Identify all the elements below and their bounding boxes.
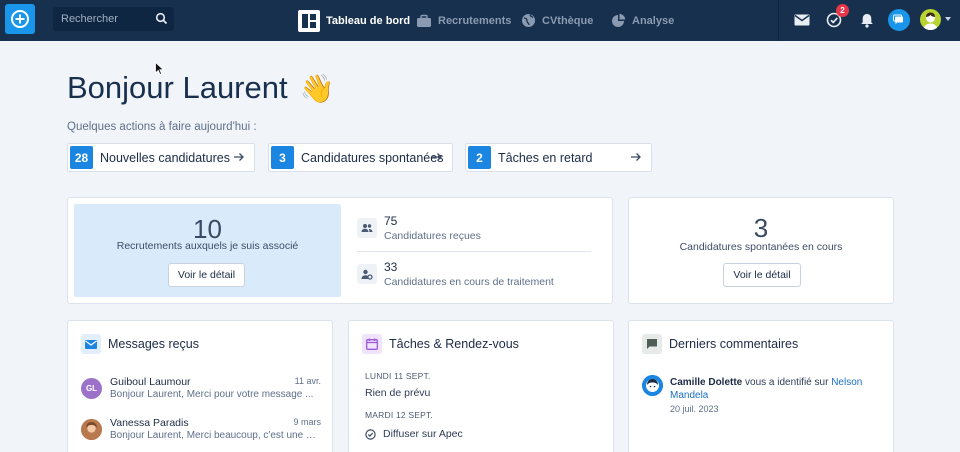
spontaneous-card: 3 Candidatures spontanées en cours Voir … — [628, 197, 894, 304]
spontaneous-count: 3 — [753, 213, 769, 243]
chat-icon — [893, 14, 903, 25]
arrow-right-icon — [234, 153, 244, 161]
message-sender: Guiboul Laumour — [110, 376, 191, 388]
notifications-button[interactable] — [856, 9, 878, 31]
search-icon[interactable] — [155, 12, 168, 25]
messages-panel: Messages reçus GL Guiboul Laumour 11 avr… — [67, 320, 333, 452]
nav-label: CVthèque — [542, 14, 594, 27]
action-count: 3 — [271, 146, 294, 169]
message-preview: Bonjour Laurent, Merci pour votre messag… — [110, 389, 314, 400]
stat-divider — [357, 251, 591, 252]
arrow-right-icon — [631, 153, 641, 161]
message-date: 11 avr. — [294, 376, 321, 386]
view-detail-button[interactable]: Voir le détail — [723, 263, 801, 287]
comment-author: Camille Dolette — [670, 377, 743, 388]
task-label: Diffuser sur Apec — [383, 428, 463, 440]
search-box[interactable]: Rechercher — [53, 7, 174, 31]
mail-icon — [794, 14, 810, 26]
stat-label: Candidatures reçues — [384, 230, 481, 242]
message-date: 9 mars — [293, 417, 321, 427]
avatar: GL — [81, 378, 102, 399]
analytics-icon — [610, 13, 626, 29]
mail-button[interactable] — [791, 9, 813, 31]
check-circle-icon[interactable] — [365, 428, 376, 440]
tasks-header: Tâches & Rendez-vous — [362, 334, 519, 354]
comment-icon — [642, 334, 662, 354]
panel-title: Derniers commentaires — [669, 337, 799, 351]
spontaneous-label: Candidatures spontanées en cours — [679, 241, 843, 253]
dashboard-icon — [298, 9, 320, 32]
mouse-cursor — [155, 62, 164, 75]
panel-title: Messages reçus — [108, 337, 200, 351]
action-label: Nouvelles candidatures — [100, 150, 230, 165]
top-navbar: Rechercher Tableau de bord Recrutements … — [0, 0, 960, 41]
calendar-icon — [362, 334, 382, 354]
actions-subtitle: Quelques actions à faire aujourd'hui : — [67, 121, 257, 133]
avatar[interactable] — [920, 9, 941, 30]
day-label: MARDI 12 SEPT. — [365, 410, 433, 420]
plus-circle-icon — [11, 10, 29, 28]
stat-label: Candidatures en cours de traitement — [384, 276, 554, 288]
bell-icon — [861, 13, 873, 28]
comment-date: 20 juil. 2023 — [670, 404, 719, 414]
chevron-down-icon[interactable] — [945, 17, 951, 21]
message-sender: Vanessa Paradis — [110, 417, 189, 429]
recruitments-highlight: 10 Recrutements auxquels je suis associé… — [74, 204, 341, 297]
comments-header: Derniers commentaires — [642, 334, 798, 354]
search-placeholder[interactable]: Rechercher — [61, 13, 118, 25]
recruitments-card: 10 Recrutements auxquels je suis associé… — [67, 197, 613, 304]
tasks-panel: Tâches & Rendez-vous LUNDI 11 SEPT. Rien… — [348, 320, 614, 452]
nav-analyse[interactable]: Analyse — [610, 0, 674, 41]
comments-panel: Derniers commentaires Camille Dolette vo… — [628, 320, 894, 452]
globe-icon — [521, 13, 536, 28]
nav-recrutements[interactable]: Recrutements — [416, 0, 511, 41]
avatar — [81, 419, 102, 440]
comment-text: Camille Dolette vous a identifié sur Nel… — [670, 376, 882, 402]
greeting-text: Bonjour Laurent — [67, 70, 288, 105]
add-button[interactable] — [5, 4, 35, 34]
messages-header: Messages reçus — [81, 334, 199, 354]
nav-cvtheque[interactable]: CVthèque — [521, 0, 593, 41]
action-taches-en-retard[interactable]: 2 Tâches en retard — [465, 143, 652, 172]
chat-button[interactable] — [888, 9, 910, 31]
action-count: 2 — [468, 146, 491, 169]
action-nouvelles-candidatures[interactable]: 28 Nouvelles candidatures — [67, 143, 255, 172]
task-label: Rien de prévu — [365, 387, 431, 399]
wave-emoji: 👋 — [299, 72, 335, 104]
task-item[interactable]: Diffuser sur Apec — [365, 428, 463, 440]
nav-label: Analyse — [632, 14, 675, 27]
comment-action: vous a identifié sur — [745, 377, 829, 388]
people-icon — [357, 218, 377, 238]
tasks-badge: 2 — [836, 4, 849, 17]
action-candidatures-spontanees[interactable]: 3 Candidatures spontanées — [268, 143, 453, 172]
avatar — [642, 375, 663, 396]
day-label: LUNDI 11 SEPT. — [365, 371, 431, 381]
message-preview: Bonjour Laurent, Merci beaucoup, c'est u… — [110, 430, 318, 441]
stat-value: 75 — [384, 214, 398, 228]
stat-value: 33 — [384, 260, 398, 274]
page-title: Bonjour Laurent 👋 — [67, 70, 334, 106]
action-label: Candidatures spontanées — [301, 150, 444, 165]
navbar-divider — [778, 0, 779, 41]
panel-title: Tâches & Rendez-vous — [389, 337, 519, 351]
nav-label: Tableau de bord — [326, 14, 411, 27]
person-gear-icon — [357, 264, 377, 284]
recruitments-label: Recrutements auxquels je suis associé — [116, 240, 299, 252]
task-item: Rien de prévu — [365, 387, 430, 399]
view-detail-button[interactable]: Voir le détail — [168, 263, 245, 287]
action-label: Tâches en retard — [498, 150, 593, 165]
briefcase-icon — [416, 14, 432, 28]
nav-label: Recrutements — [438, 14, 512, 27]
arrow-right-icon — [432, 153, 442, 161]
action-count: 28 — [70, 146, 93, 169]
nav-tableau-de-bord[interactable]: Tableau de bord — [298, 0, 410, 41]
mail-icon — [81, 334, 101, 354]
